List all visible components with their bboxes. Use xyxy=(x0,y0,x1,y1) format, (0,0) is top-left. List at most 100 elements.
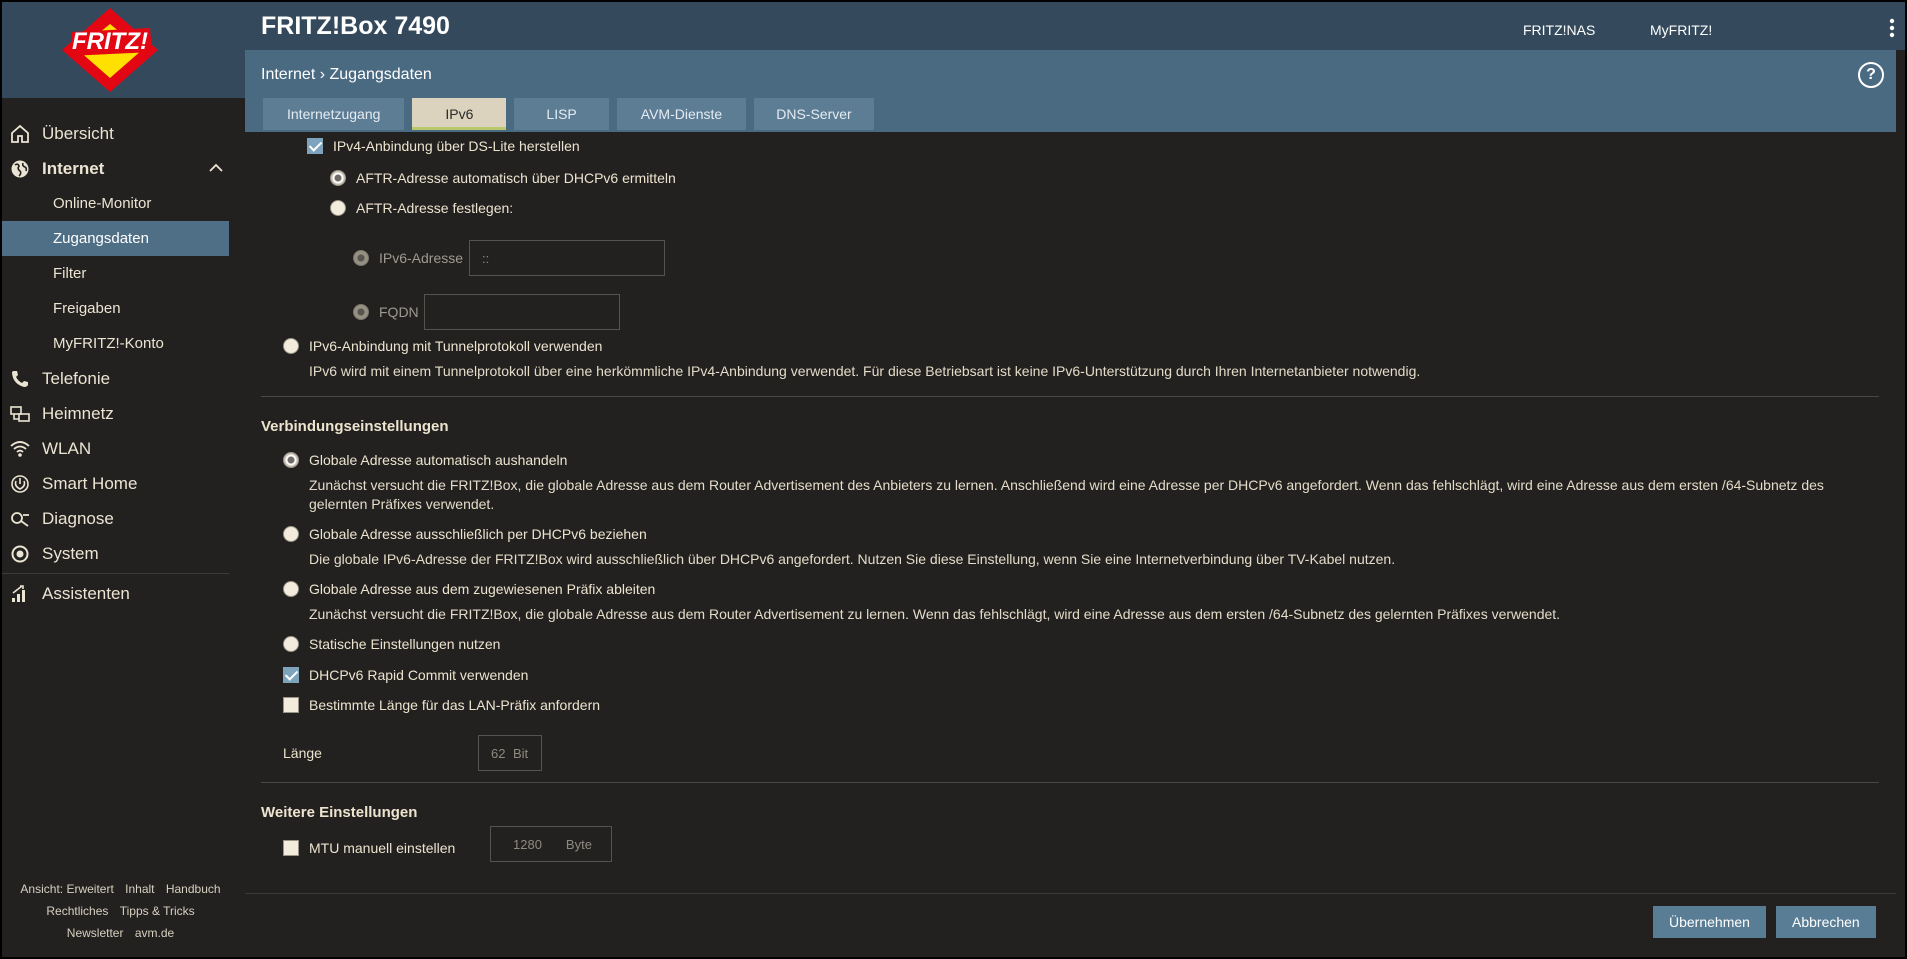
aftr-manual-radio[interactable] xyxy=(330,200,346,216)
tab-internetzugang[interactable]: Internetzugang xyxy=(263,98,405,130)
global-auto-radio[interactable] xyxy=(283,452,299,468)
cancel-button[interactable]: Abbrechen xyxy=(1776,906,1876,938)
footer-link-newsletter[interactable]: Newsletter xyxy=(67,926,124,940)
aftr-auto-radio[interactable] xyxy=(330,170,346,186)
chevron-up-icon[interactable] xyxy=(209,163,223,173)
length-unit: Bit xyxy=(513,745,529,761)
connection-settings-title: Verbindungseinstellungen xyxy=(261,418,449,435)
mtu-option[interactable]: MTU manuell einstellen xyxy=(283,840,455,856)
help-icon[interactable]: ? xyxy=(1858,62,1884,88)
footer-link-rechtliches[interactable]: Rechtliches xyxy=(46,904,108,918)
fritz-logo-icon[interactable]: FRITZ! xyxy=(58,6,162,94)
section-divider xyxy=(261,396,1879,397)
more-settings-title: Weitere Einstellungen xyxy=(261,804,418,821)
sidebar-item-internet[interactable]: Internet xyxy=(2,151,229,186)
mtu-value: 1280 xyxy=(513,836,542,852)
footer-link-handbuch[interactable]: Handbuch xyxy=(166,882,221,896)
sidebar-item-label: Diagnose xyxy=(42,508,114,528)
global-prefix-description: Zunächst versucht die FRITZ!Box, die glo… xyxy=(309,606,1561,622)
aftr-auto-label: AFTR-Adresse automatisch über DHCPv6 erm… xyxy=(356,170,676,186)
sidebar-item-label: Heimnetz xyxy=(42,403,114,423)
sidebar-subitem-freigaben[interactable]: Freigaben xyxy=(2,291,229,326)
sidebar-divider xyxy=(2,573,229,574)
smarthome-icon xyxy=(11,475,29,493)
diagnose-icon xyxy=(11,512,29,527)
mtu-input[interactable]: 1280 Byte xyxy=(490,826,612,862)
sidebar-item-diagnose[interactable]: Diagnose xyxy=(2,501,229,536)
footer-link-tipps[interactable]: Tipps & Tricks xyxy=(120,904,195,918)
tab-avm-dienste[interactable]: AVM-Dienste xyxy=(616,98,747,130)
length-input[interactable]: 62 Bit xyxy=(478,735,542,771)
sidebar-subitem-myfritz-konto[interactable]: MyFRITZ!-Konto xyxy=(2,326,229,361)
tab-dns-server[interactable]: DNS-Server xyxy=(754,98,874,130)
dslite-checkbox[interactable] xyxy=(307,138,323,154)
sidebar-subitem-online-monitor[interactable]: Online-Monitor xyxy=(2,186,229,221)
prefix-length-checkbox[interactable] xyxy=(283,697,299,713)
tab-ipv6[interactable]: IPv6 xyxy=(412,98,507,130)
ipv6-address-label: IPv6-Adresse xyxy=(379,250,464,266)
sidebar-item-heimnetz[interactable]: Heimnetz xyxy=(2,396,229,431)
sidebar-subitem-zugangsdaten[interactable]: Zugangsdaten xyxy=(2,221,229,256)
footer-link-inhalt[interactable]: Inhalt xyxy=(125,882,154,896)
global-dhcp-option[interactable]: Globale Adresse ausschließlich per DHCPv… xyxy=(283,526,647,542)
global-auto-label: Globale Adresse automatisch aushandeln xyxy=(309,452,568,468)
dslite-option[interactable]: IPv4-Anbindung über DS-Lite herstellen xyxy=(307,138,580,154)
top-bar: FRITZ!Box 7490 FRITZ!NAS MyFRITZ! xyxy=(245,2,1905,50)
tunnel-option[interactable]: IPv6-Anbindung mit Tunnelprotokoll verwe… xyxy=(283,338,602,354)
sidebar-item-label: Internet xyxy=(42,158,105,178)
tunnel-radio[interactable] xyxy=(283,338,299,354)
phone-icon xyxy=(12,371,28,387)
sidebar: Übersicht Internet Online-Monitor Zugang… xyxy=(2,98,239,957)
static-label: Statische Einstellungen nutzen xyxy=(309,636,501,652)
global-dhcp-radio[interactable] xyxy=(283,526,299,542)
fritznas-link[interactable]: FRITZ!NAS xyxy=(1523,22,1595,38)
length-value: 62 xyxy=(491,745,505,761)
ipv6-address-input[interactable]: :: xyxy=(469,240,665,276)
sidebar-subitem-filter[interactable]: Filter xyxy=(2,256,229,291)
sidebar-item-telefonie[interactable]: Telefonie xyxy=(2,361,229,396)
sidebar-item-smart-home[interactable]: Smart Home xyxy=(2,466,229,501)
footer-link-avm[interactable]: avm.de xyxy=(135,926,174,940)
global-prefix-option[interactable]: Globale Adresse aus dem zugewiesenen Prä… xyxy=(283,581,655,597)
system-icon xyxy=(11,545,29,563)
apply-button[interactable]: Übernehmen xyxy=(1653,906,1766,938)
myfritz-link[interactable]: MyFRITZ! xyxy=(1650,22,1712,38)
sidebar-item-wlan[interactable]: WLAN xyxy=(2,431,229,466)
footer-link-ansicht[interactable]: Ansicht: Erweitert xyxy=(20,882,113,896)
fqdn-option[interactable]: FQDN xyxy=(353,304,419,320)
aftr-auto-option[interactable]: AFTR-Adresse automatisch über DHCPv6 erm… xyxy=(330,170,676,186)
global-auto-option[interactable]: Globale Adresse automatisch aushandeln xyxy=(283,452,567,468)
static-radio[interactable] xyxy=(283,636,299,652)
breadcrumb: Internet › Zugangsdaten xyxy=(261,66,432,84)
rapid-commit-option[interactable]: DHCPv6 Rapid Commit verwenden xyxy=(283,667,528,683)
aftr-manual-label: AFTR-Adresse festlegen: xyxy=(356,200,514,216)
ipv6-address-radio[interactable] xyxy=(353,250,369,266)
tab-lisp[interactable]: LISP xyxy=(514,98,609,130)
wifi-icon xyxy=(10,441,30,457)
rapid-commit-checkbox[interactable] xyxy=(283,667,299,683)
mtu-checkbox[interactable] xyxy=(283,840,299,856)
fqdn-radio[interactable] xyxy=(353,304,369,320)
static-option[interactable]: Statische Einstellungen nutzen xyxy=(283,636,500,652)
sidebar-item-assistenten[interactable]: Assistenten xyxy=(2,576,229,611)
globe-icon xyxy=(11,160,29,178)
sidebar-item-label: System xyxy=(42,543,99,563)
more-menu-icon[interactable] xyxy=(1889,18,1895,38)
action-bar: Übernehmen Abbrechen xyxy=(245,893,1896,957)
global-prefix-radio[interactable] xyxy=(283,581,299,597)
sidebar-item-system[interactable]: System xyxy=(2,536,229,571)
sidebar-item-label: WLAN xyxy=(42,438,92,458)
sidebar-item-label: Telefonie xyxy=(42,368,111,388)
sidebar-item-label: Smart Home xyxy=(42,473,138,493)
fqdn-input[interactable] xyxy=(424,294,620,330)
global-prefix-label: Globale Adresse aus dem zugewiesenen Prä… xyxy=(309,581,656,597)
sidebar-footer: Ansicht: Erweitert Inhalt Handbuch Recht… xyxy=(2,878,239,944)
aftr-manual-option[interactable]: AFTR-Adresse festlegen: xyxy=(330,200,513,216)
tunnel-description: IPv6 wird mit einem Tunnelprotokoll über… xyxy=(309,363,1421,379)
ipv6-address-option[interactable]: IPv6-Adresse xyxy=(353,250,463,266)
home-icon xyxy=(11,124,29,143)
prefix-length-option[interactable]: Bestimmte Länge für das LAN-Präfix anfor… xyxy=(283,697,600,713)
app-window: FRITZ! Übersicht Internet Online-Monitor… xyxy=(2,2,1905,957)
breadcrumb-root[interactable]: Internet xyxy=(261,66,315,83)
sidebar-item-uebersicht[interactable]: Übersicht xyxy=(2,116,229,151)
